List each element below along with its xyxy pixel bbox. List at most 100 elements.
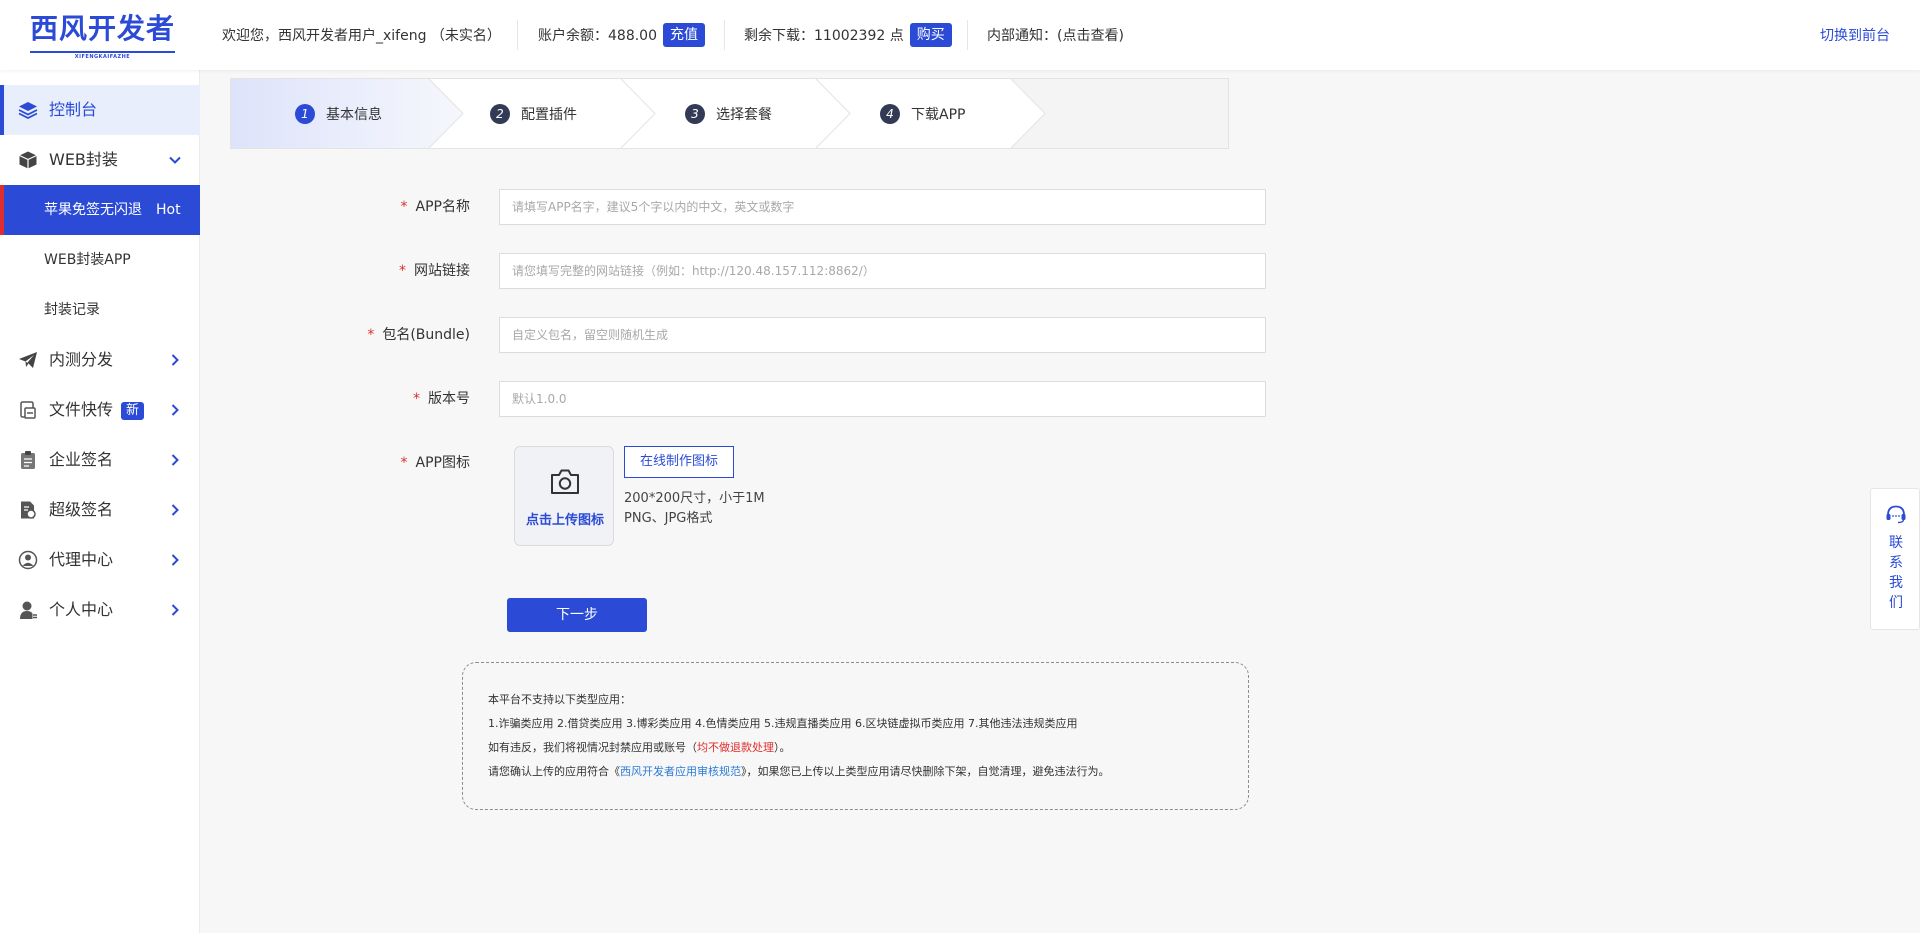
step-number: 2 xyxy=(490,103,510,124)
sidebar-item-label: 内测分发 xyxy=(49,350,114,369)
logo[interactable]: 西风开发者 XIFENGKAIFAZHE xyxy=(30,12,176,60)
step-label: 选择套餐 xyxy=(716,106,772,123)
headset-icon xyxy=(1886,505,1906,524)
switch-to-frontend-link[interactable]: 切换到前台 xyxy=(1820,0,1890,70)
icon-upload-area[interactable]: 点击上传图标 xyxy=(514,446,614,546)
layers-icon xyxy=(18,102,38,120)
step-basic-info[interactable]: 1 基本信息 xyxy=(295,79,382,148)
url-label: * 网站链接 xyxy=(230,253,470,289)
sidebar-item-web-pack[interactable]: WEB封装 xyxy=(0,135,200,185)
required-mark: * xyxy=(399,263,406,279)
bundle-label-text: 包名(Bundle) xyxy=(382,327,470,343)
sidebar-item-agent[interactable]: 代理中心 xyxy=(0,535,200,585)
version-input[interactable] xyxy=(499,381,1266,417)
sidebar-subitem-web-app[interactable]: WEB封装APP xyxy=(0,235,200,285)
sidebar-item-file-transfer[interactable]: 文件快传新 xyxy=(0,385,200,435)
step-progress-bar: 1 基本信息 2 配置插件 3 选择套餐 4 下载APP xyxy=(230,78,1229,149)
required-mark: * xyxy=(413,391,420,407)
no-refund-text: 均不做退款处理 xyxy=(697,741,774,754)
chevron-down-icon xyxy=(169,156,181,164)
icon-format-hint: PNG、JPG格式 xyxy=(624,511,713,526)
notice-confirm-text: 请您确认上传的应用符合《西风开发者应用审核规范》，如果您已上传以上类型应用请尽快… xyxy=(488,760,1223,784)
recharge-button[interactable]: 充值 xyxy=(663,23,705,47)
sidebar-item-label: WEB封装 xyxy=(49,150,118,169)
top-header: 西风开发者 XIFENGKAIFAZHE 欢迎您，西风开发者用户_xifeng … xyxy=(0,0,1920,70)
buy-button[interactable]: 购买 xyxy=(909,23,952,47)
version-label: * 版本号 xyxy=(230,381,470,417)
agent-icon xyxy=(18,550,38,570)
step-number: 4 xyxy=(880,103,900,124)
internal-notice-link[interactable]: 内部通知：(点击查看) xyxy=(987,0,1124,70)
logo-text: 西风开发者 xyxy=(30,12,176,45)
app-name-label-text: APP名称 xyxy=(415,199,470,215)
chevron-right-icon xyxy=(171,604,179,616)
sidebar-subitem-apple-signfree[interactable]: 苹果免签无闪退 Hot xyxy=(0,185,200,235)
step-label: 基本信息 xyxy=(326,106,382,123)
sidebar-item-personal[interactable]: 个人中心 xyxy=(0,585,200,635)
bundle-label: * 包名(Bundle) xyxy=(230,317,470,353)
chevron-right-icon xyxy=(171,504,179,516)
balance-group: 账户余额：488.00 充值 xyxy=(538,0,705,70)
sidebar-item-beta[interactable]: 内测分发 xyxy=(0,335,200,385)
make-icon-online-button[interactable]: 在线制作图标 xyxy=(624,446,734,478)
logo-underline xyxy=(30,51,175,53)
notice-violation-prefix: 如有违反，我们将视情况封禁应用或账号（ xyxy=(488,741,697,754)
step-label: 配置插件 xyxy=(521,106,577,123)
required-mark: * xyxy=(400,455,408,471)
header-divider xyxy=(967,20,968,50)
user-icon xyxy=(20,601,37,619)
sidebar-item-console[interactable]: 控制台 xyxy=(0,85,200,135)
sidebar-item-label: 文件快传新 xyxy=(49,385,145,435)
version-label-text: 版本号 xyxy=(428,391,470,407)
notice-prohibited-list: 1.诈骗类应用 2.借贷类应用 3.博彩类应用 4.色情类应用 5.违规直播类应… xyxy=(488,717,1078,730)
review-guidelines-link[interactable]: 西风开发者应用审核规范 xyxy=(620,765,741,778)
hot-badge: Hot xyxy=(156,202,181,218)
step-select-plan[interactable]: 3 选择套餐 xyxy=(685,79,772,148)
sidebar-item-label: 个人中心 xyxy=(49,600,114,619)
required-mark: * xyxy=(400,199,408,215)
sidebar-item-enterprise-sign[interactable]: 企业签名 xyxy=(0,435,200,485)
icon-size-hint: 200*200尺寸，小于1M xyxy=(624,491,765,506)
step-download-app[interactable]: 4 下载APP xyxy=(880,79,965,148)
url-label-text: 网站链接 xyxy=(414,263,470,279)
upload-icon-label: 点击上传图标 xyxy=(525,513,604,528)
downloads-group: 剩余下载：11002392 点 购买 xyxy=(744,0,952,70)
policy-notice-box: 本平台不支持以下类型应用： 1.诈骗类应用 2.借贷类应用 3.博彩类应用 4.… xyxy=(462,662,1249,810)
contact-us-float-button[interactable]: 联系我们 xyxy=(1870,488,1920,630)
notice-violation-text: 如有违反，我们将视情况封禁应用或账号（均不做退款处理）。 xyxy=(488,736,1223,760)
app-name-input[interactable] xyxy=(499,189,1266,225)
icon-label-text: APP图标 xyxy=(415,455,470,471)
app-name-label: * APP名称 xyxy=(230,189,470,225)
sidebar-item-label: 超级签名 xyxy=(49,500,114,519)
downloads-label: 剩余下载：11002392 点 xyxy=(744,28,904,44)
contact-us-text: 联系我们 xyxy=(1889,535,1903,611)
file-share-icon xyxy=(20,401,36,419)
chevron-right-icon xyxy=(171,454,179,466)
document-seal-icon xyxy=(21,501,36,519)
step-label: 下载APP xyxy=(911,106,966,123)
sidebar-item-label: 企业签名 xyxy=(49,450,114,469)
contact-us-label: 联系我们 xyxy=(1871,533,1920,613)
header-divider xyxy=(517,20,518,50)
website-url-input[interactable] xyxy=(499,253,1266,289)
icon-label: * APP图标 xyxy=(230,445,470,481)
paper-plane-icon xyxy=(19,352,37,368)
sidebar-item-label: 控制台 xyxy=(49,100,98,119)
next-step-button[interactable]: 下一步 xyxy=(507,598,647,632)
bundle-id-input[interactable] xyxy=(499,317,1266,353)
welcome-text: 欢迎您，西风开发者用户_xifeng （未实名） xyxy=(222,28,501,44)
step-number: 3 xyxy=(685,103,705,124)
clipboard-icon xyxy=(21,451,35,469)
logo-subtitle: XIFENGKAIFAZHE xyxy=(74,54,131,60)
required-mark: * xyxy=(367,327,375,343)
box-icon xyxy=(19,151,37,169)
sidebar-item-super-sign[interactable]: 超级签名 xyxy=(0,485,200,535)
balance-label: 账户余额：488.00 xyxy=(538,28,657,44)
sidebar-item-label: 代理中心 xyxy=(49,550,114,569)
step-number: 1 xyxy=(295,103,315,124)
step-config-plugin[interactable]: 2 配置插件 xyxy=(490,79,577,148)
notice-violation-suffix: ）。 xyxy=(774,741,791,754)
sidebar-subitem-records[interactable]: 封装记录 xyxy=(0,285,200,335)
chevron-right-icon xyxy=(171,404,179,416)
notice-confirm-suffix: 》，如果您已上传以上类型应用请尽快删除下架，自觉清理，避免违法行为。 xyxy=(741,765,1110,778)
